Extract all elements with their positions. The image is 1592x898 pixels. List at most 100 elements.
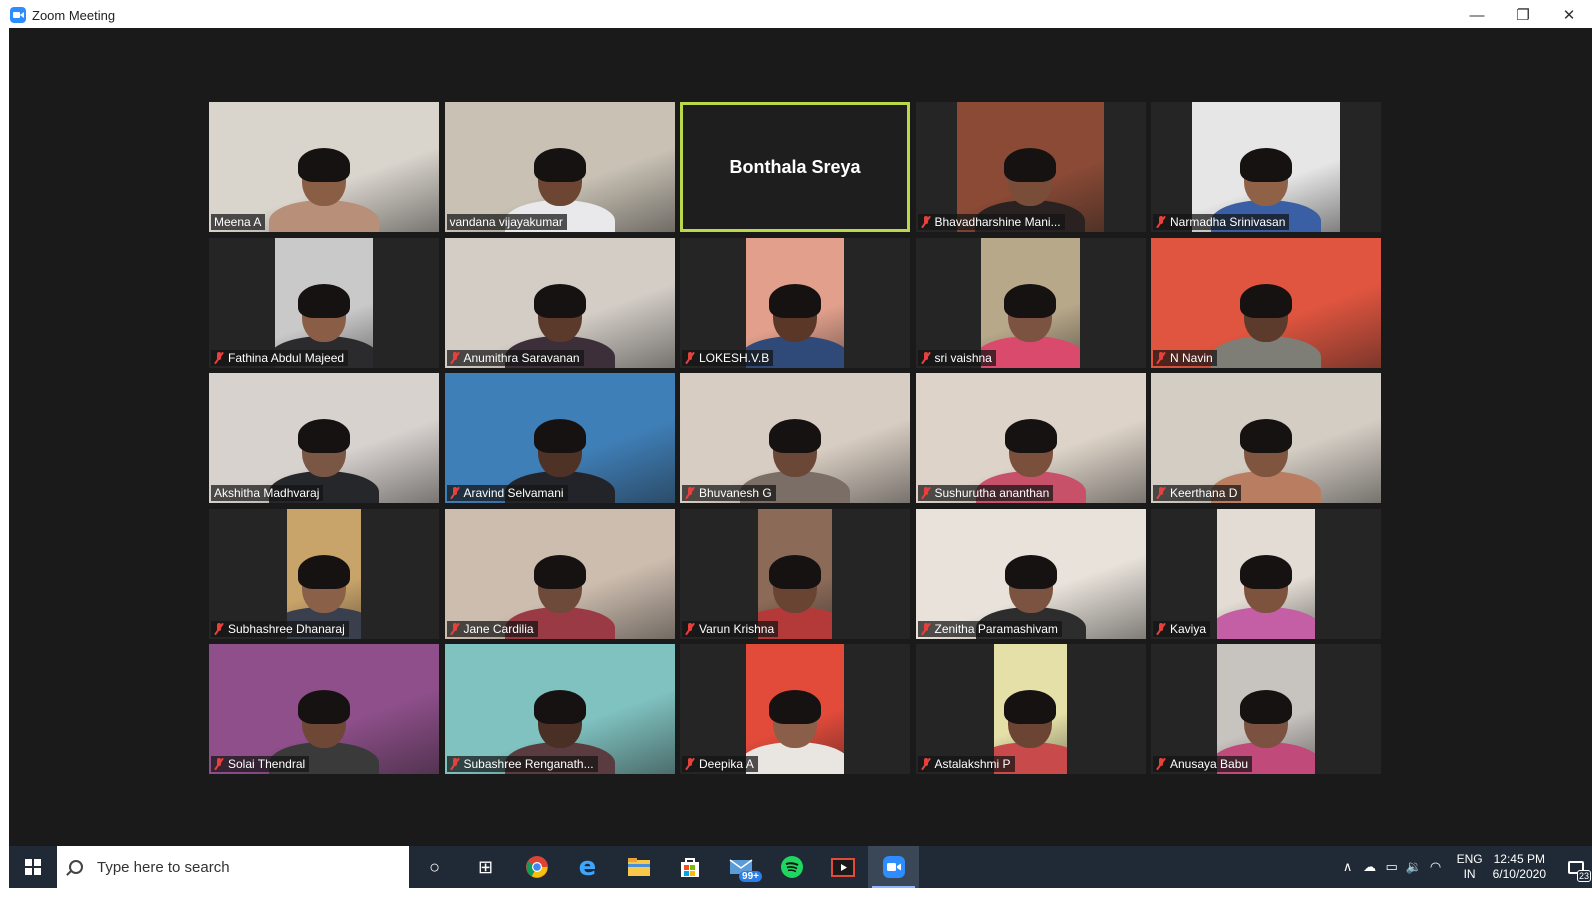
participant-name: Narmadha Srinivasan [1170,215,1286,229]
participant-figure [1216,554,1316,639]
participant-name-label: N Navin [1153,349,1217,366]
participant-tile[interactable]: Subashree Renganath... [444,644,675,774]
participant-name: Meena A [214,215,262,229]
participant-tile[interactable]: Astalakshmi P [915,644,1146,774]
participant-tile[interactable]: Fathina Abdul Majeed [209,237,439,368]
task-view-icon[interactable]: ⊞ [460,846,511,888]
taskbar-clock[interactable]: 12:45 PM 6/10/2020 [1493,852,1546,882]
search-placeholder: Type here to search [97,858,230,876]
participant-tile[interactable]: Akshitha Madhvaraj [209,373,439,503]
mail-icon[interactable]: 99+ [715,846,766,888]
participant-figure [1211,283,1321,368]
microsoft-store-icon[interactable] [664,846,715,888]
zoom-app-icon [10,7,26,23]
participant-tile[interactable]: Jane Cardilia [444,508,675,639]
search-icon [69,860,83,874]
participant-video [981,237,1080,368]
participant-tile[interactable]: Bhuvanesh G [680,373,910,503]
participant-video [915,373,1146,503]
participant-video [444,373,675,503]
participant-name: Jane Cardilia [463,621,534,636]
participant-tile[interactable]: Subhashree Dhanaraj [209,508,439,639]
participant-tile[interactable]: LOKESH.V.B [680,237,910,368]
restore-button[interactable]: ❐ [1500,0,1546,30]
participant-name-label: LOKESH.V.B [682,349,774,366]
participant-tile[interactable]: Zenitha Paramashivam [915,508,1146,639]
participant-video [1216,508,1316,639]
clock-time: 12:45 PM [1493,852,1545,866]
participant-name-label: Astalakshmi P [917,756,1015,772]
participant-tile[interactable]: Solai Thendral [209,644,439,774]
participant-tile[interactable]: Bhavadharshine Mani... [915,102,1146,232]
participant-name-label: Aravind Selvamani [446,485,568,501]
participant-tile[interactable]: Deepika A [680,644,910,774]
chrome-icon[interactable] [511,846,562,888]
participant-video [209,373,439,503]
participant-name-label: vandana vijayakumar [446,214,567,230]
participant-video [444,237,675,368]
wifi-icon[interactable]: ◠ [1425,859,1447,875]
participant-video [1151,373,1381,503]
microphone-muted-icon [1156,622,1166,635]
participant-name-label: Meena A [211,214,266,230]
microphone-muted-icon [921,351,931,364]
participant-video [1192,102,1340,232]
taskbar-search-box[interactable]: Type here to search [57,846,409,888]
battery-icon[interactable]: ▭ [1381,859,1403,875]
participant-tile[interactable]: Sushurutha ananthan [915,373,1146,503]
participant-tile[interactable]: vandana vijayakumar [444,102,675,232]
microphone-muted-icon [921,487,931,499]
input-language-indicator[interactable]: ENG IN [1457,852,1483,882]
participant-video [956,102,1105,232]
participant-tile[interactable]: Anumithra Saravanan [444,237,675,368]
participant-tile[interactable]: Keerthana D [1151,373,1381,503]
minimize-button[interactable]: — [1454,0,1500,30]
participant-name-label: Narmadha Srinivasan [1153,214,1290,230]
tray-chevron-icon[interactable]: ∧ [1337,859,1359,875]
participant-name-label: Fathina Abdul Majeed [211,349,349,366]
participant-name: Bhuvanesh G [699,486,772,500]
volume-icon[interactable]: 🔉 [1403,859,1425,875]
participant-name: Akshitha Madhvaraj [214,486,320,500]
microphone-muted-icon [214,758,224,770]
participant-video [274,237,374,368]
participant-name-label: Deepika A [682,756,758,772]
zoom-taskbar-icon[interactable] [868,846,919,888]
participant-tile[interactable]: Anusaya Babu [1151,644,1381,774]
participant-tile[interactable]: Aravind Selvamani [444,373,675,503]
action-center-button[interactable]: 23 [1560,846,1592,888]
microphone-muted-icon [685,351,695,364]
participant-name: sri vaishna [934,350,992,365]
participant-tile[interactable]: Kaviya [1151,508,1381,639]
participant-video [745,237,845,368]
close-button[interactable]: ✕ [1546,0,1592,30]
participant-video [209,102,439,232]
microphone-muted-icon [685,758,695,770]
microphone-muted-icon [214,622,224,635]
edge-icon[interactable]: e [562,846,613,888]
participant-name: N Navin [1170,350,1213,365]
onedrive-icon[interactable]: ☁ [1359,859,1381,875]
start-button[interactable] [9,846,57,888]
participant-tile[interactable]: Meena A [209,102,439,232]
participant-tile[interactable]: Varun Krishna [680,508,910,639]
cortana-icon[interactable]: ○ [409,846,460,888]
microphone-muted-icon [1156,351,1166,364]
participant-tile[interactable]: sri vaishna [915,237,1146,368]
participant-figure [745,690,845,774]
participant-tile[interactable]: Bonthala Sreya [680,102,910,232]
participant-name: Zenitha Paramashivam [934,621,1058,636]
participant-video [209,644,439,774]
participant-tile[interactable]: Narmadha Srinivasan [1151,102,1381,232]
participant-name-label: sri vaishna [917,349,996,366]
microphone-muted-icon [1156,216,1166,228]
participant-video [444,102,675,232]
window-titlebar: Zoom Meeting — ❐ ✕ [0,0,1592,30]
microphone-muted-icon [921,216,931,228]
participant-tile[interactable]: N Navin [1151,237,1381,368]
media-player-icon[interactable] [817,846,868,888]
participant-video [1216,644,1316,774]
spotify-icon[interactable] [766,846,817,888]
participant-name-label: Subashree Renganath... [446,756,598,772]
file-explorer-icon[interactable] [613,846,664,888]
